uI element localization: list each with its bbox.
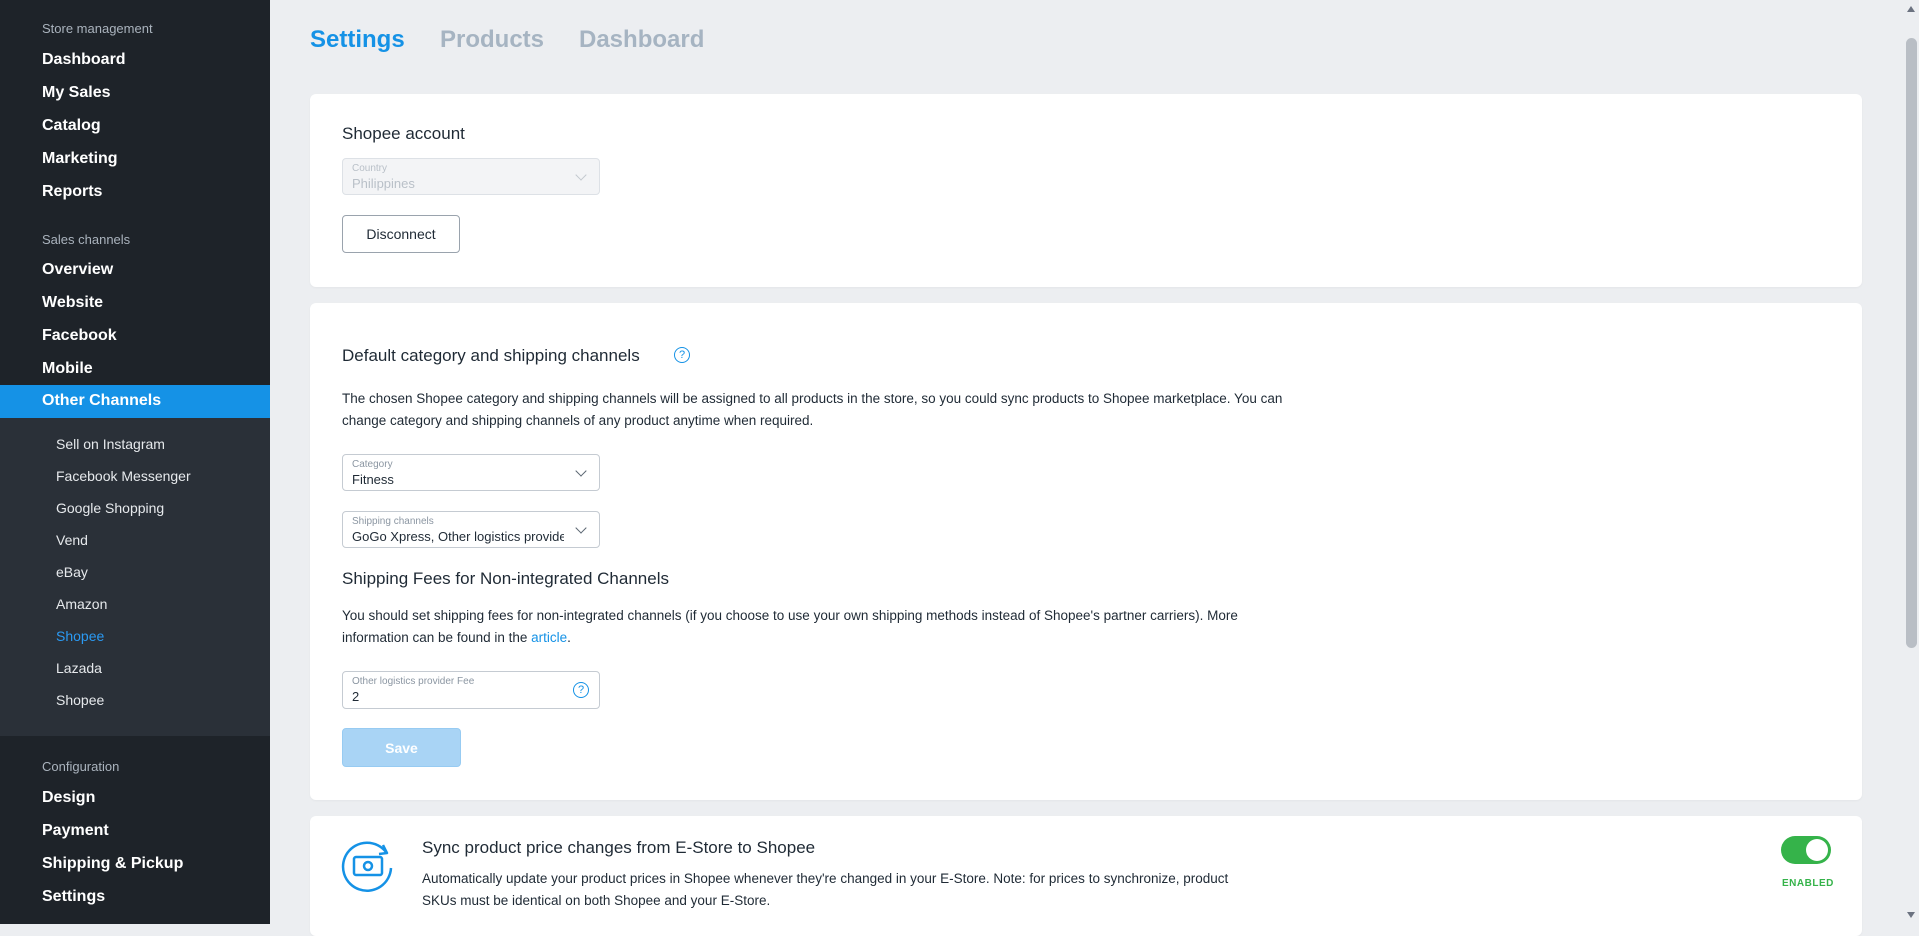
shipping-channels-label: Shipping channels <box>352 516 434 527</box>
help-icon[interactable]: ? <box>674 347 690 363</box>
category-select[interactable]: Category Fitness <box>342 454 600 491</box>
chevron-down-icon <box>575 522 587 534</box>
sync-price-card: Sync product price changes from E-Store … <box>310 816 1862 936</box>
shipping-channels-value: GoGo Xpress, Other logistics provider <box>352 529 564 544</box>
sidebar-section-store: Store management <box>42 21 153 36</box>
default-category-card: Default category and shipping channels ?… <box>310 303 1862 800</box>
sync-money-icon <box>341 841 393 892</box>
category-value: Fitness <box>352 472 394 487</box>
sidebar-item-label: Other Channels <box>42 392 162 409</box>
sidebar-item-dashboard[interactable]: Dashboard <box>42 51 126 69</box>
sidebar-item-my-sales[interactable]: My Sales <box>42 84 110 102</box>
scroll-up-icon[interactable] <box>1907 6 1915 12</box>
sidebar-submenu <box>0 418 270 736</box>
sidebar-section-sales: Sales channels <box>42 232 131 247</box>
save-button[interactable]: Save <box>342 728 461 767</box>
sidebar-subitem-ebay[interactable]: eBay <box>56 564 88 580</box>
shipping-fees-title: Shipping Fees for Non-integrated Channel… <box>342 569 669 588</box>
sidebar-item-catalog[interactable]: Catalog <box>42 117 101 135</box>
sync-description: Automatically update your product prices… <box>422 871 1229 908</box>
sidebar-item-mobile[interactable]: Mobile <box>42 360 93 378</box>
sidebar-section-config: Configuration <box>42 759 120 774</box>
shopee-account-card: Shopee account Country Philippines Disco… <box>310 94 1862 287</box>
sidebar-subitem-lazada[interactable]: Lazada <box>56 660 102 676</box>
sidebar-subitem-messenger[interactable]: Facebook Messenger <box>56 468 191 484</box>
sidebar-item-marketing[interactable]: Marketing <box>42 150 118 168</box>
sidebar-subitem-vend[interactable]: Vend <box>56 532 88 548</box>
country-select: Country Philippines <box>342 158 600 195</box>
article-link[interactable]: article <box>531 630 567 645</box>
chevron-down-icon <box>575 169 587 181</box>
sync-status-label: ENABLED <box>1782 878 1834 889</box>
country-label: Country <box>352 163 388 174</box>
tab-settings[interactable]: Settings <box>310 26 405 54</box>
shipping-channels-select[interactable]: Shipping channels GoGo Xpress, Other log… <box>342 511 600 548</box>
sidebar-subitem-shopee-current[interactable]: Shopee <box>56 628 104 644</box>
sidebar-subitem-shopee[interactable]: Shopee <box>56 692 104 708</box>
sidebar-subitem-google-shopping[interactable]: Google Shopping <box>56 500 164 516</box>
category-label: Category <box>352 459 393 470</box>
sidebar-item-reports[interactable]: Reports <box>42 183 102 201</box>
sidebar-item-overview[interactable]: Overview <box>42 261 113 279</box>
shipping-fees-description: You should set shipping fees for non-int… <box>342 605 1302 649</box>
country-value: Philippines <box>352 176 415 191</box>
tab-products[interactable]: Products <box>440 26 544 54</box>
shopee-account-title: Shopee account <box>342 124 465 143</box>
disconnect-button[interactable]: Disconnect <box>342 215 460 253</box>
default-category-description: The chosen Shopee category and shipping … <box>342 391 1283 428</box>
scrollbar[interactable] <box>1902 0 1919 924</box>
sidebar-item-design[interactable]: Design <box>42 789 95 807</box>
chevron-down-icon <box>575 465 587 477</box>
scroll-thumb[interactable] <box>1906 38 1917 648</box>
other-logistics-fee-field[interactable]: Other logistics provider Fee 2 ? <box>342 671 600 709</box>
sidebar-item-website[interactable]: Website <box>42 294 103 312</box>
sidebar: Store management Dashboard My Sales Cata… <box>0 0 270 924</box>
sidebar-subitem-amazon[interactable]: Amazon <box>56 596 107 612</box>
toggle-knob <box>1806 839 1828 861</box>
tab-dashboard[interactable]: Dashboard <box>579 26 704 54</box>
sync-toggle[interactable] <box>1781 836 1831 864</box>
other-logistics-fee-label: Other logistics provider Fee <box>352 676 475 687</box>
sync-title: Sync product price changes from E-Store … <box>422 838 816 857</box>
sidebar-subitem-instagram[interactable]: Sell on Instagram <box>56 436 165 452</box>
help-icon[interactable]: ? <box>573 682 589 698</box>
shipping-fees-suffix: . <box>567 630 571 645</box>
sidebar-item-settings[interactable]: Settings <box>42 888 105 906</box>
other-logistics-fee-input[interactable]: 2 <box>352 689 562 704</box>
shipping-fees-text: You should set shipping fees for non-int… <box>342 608 1238 645</box>
default-category-title: Default category and shipping channels <box>342 346 640 365</box>
sidebar-item-payment[interactable]: Payment <box>42 822 109 840</box>
sidebar-item-shipping-pickup[interactable]: Shipping & Pickup <box>42 855 183 873</box>
scroll-down-icon[interactable] <box>1907 912 1915 918</box>
sidebar-item-other-channels[interactable]: Other Channels <box>0 385 270 418</box>
sidebar-item-facebook[interactable]: Facebook <box>42 327 117 345</box>
